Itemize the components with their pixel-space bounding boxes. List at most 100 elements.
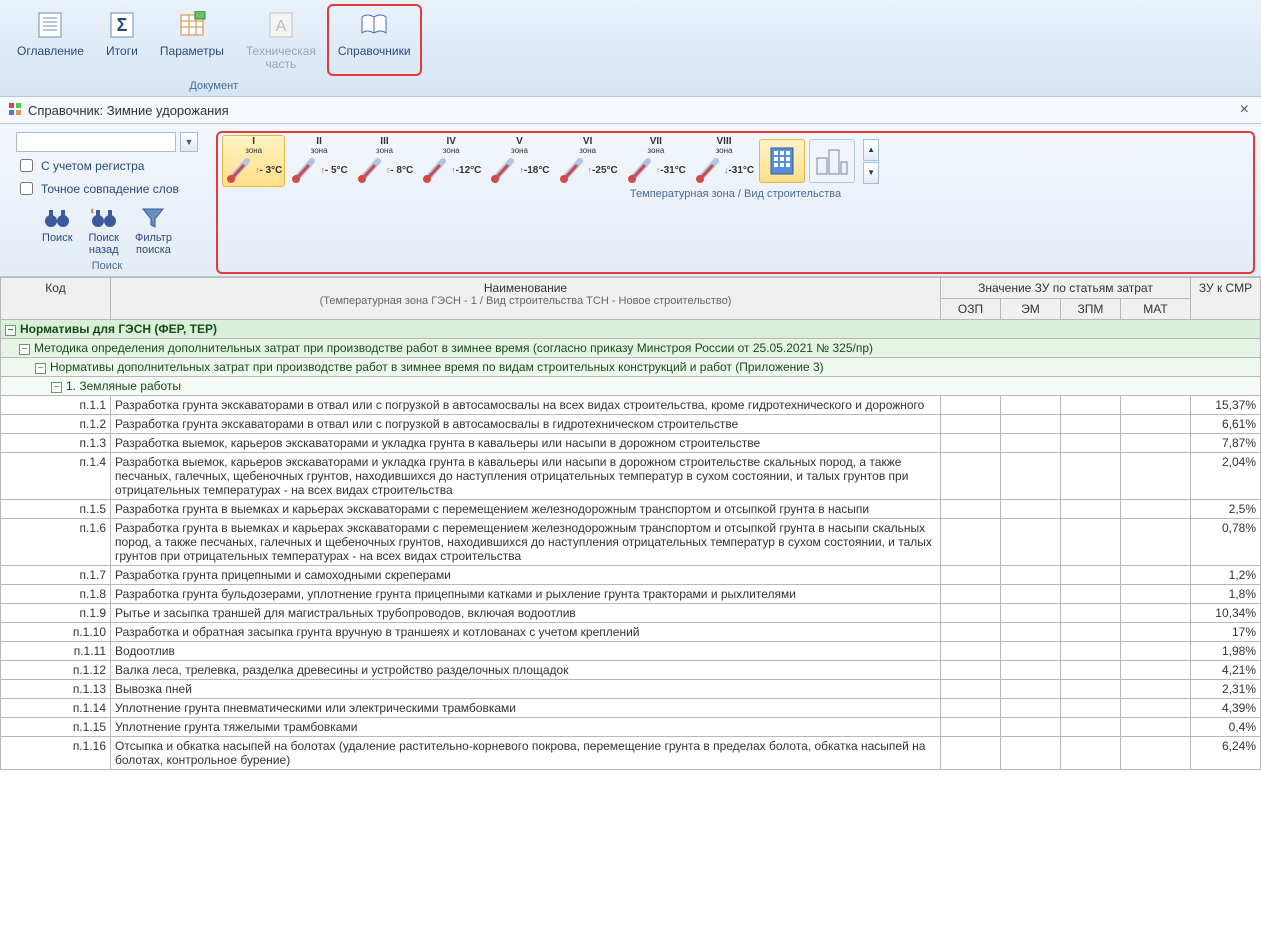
window-icon: [8, 102, 22, 119]
group-row-2[interactable]: −Нормативы дополнительных затрат при про…: [1, 358, 1261, 377]
cell-code: п.1.14: [1, 699, 111, 718]
th-name-sub: (Температурная зона ГЭСН - 1 / Вид строи…: [115, 295, 936, 307]
collapse-icon[interactable]: −: [5, 325, 16, 336]
ribbon-btn-params[interactable]: Параметры: [149, 4, 235, 76]
cell-ozp: [940, 453, 1000, 500]
cell-mat: [1120, 661, 1190, 680]
table-row[interactable]: п.1.5Разработка грунта в выемках и карье…: [1, 500, 1261, 519]
table-row[interactable]: п.1.1Разработка грунта экскаваторами в о…: [1, 396, 1261, 415]
cell-ozp: [940, 680, 1000, 699]
table-row[interactable]: п.1.14Уплотнение грунта пневматическими …: [1, 699, 1261, 718]
table-row[interactable]: п.1.9Рытье и засыпка траншей для магистр…: [1, 604, 1261, 623]
cell-em: [1000, 642, 1060, 661]
cell-ozp: [940, 699, 1000, 718]
zone-temp: - 3°C: [260, 165, 283, 176]
search-group-caption: Поиск: [92, 258, 122, 276]
zone-button-1[interactable]: Iзона↑- 3°C: [222, 135, 285, 187]
th-ozp[interactable]: ОЗП: [940, 299, 1000, 320]
search-back-button[interactable]: Поиск назад: [83, 202, 125, 258]
th-zusmr[interactable]: ЗУ к СМР: [1191, 278, 1261, 320]
case-checkbox[interactable]: [20, 159, 33, 172]
building-grid-button[interactable]: [759, 139, 805, 183]
exact-checkbox[interactable]: [20, 182, 33, 195]
zone-button-7[interactable]: VIIзона↑-31°C: [623, 135, 689, 187]
zone-button-2[interactable]: IIзона↑- 5°C: [287, 135, 350, 187]
zone-scroll-up[interactable]: ▲: [863, 139, 879, 161]
zone-temp: -31°C: [660, 165, 686, 176]
group-row-0[interactable]: −Нормативы для ГЭСН (ФЕР, ТЕР): [1, 320, 1261, 339]
cell-em: [1000, 680, 1060, 699]
th-zu-group[interactable]: Значение ЗУ по статьям затрат: [940, 278, 1190, 299]
window-title-text: Справочник: Зимние удорожания: [28, 103, 229, 118]
th-name[interactable]: Наименование (Температурная зона ГЭСН - …: [111, 278, 941, 320]
zone-temp: - 8°C: [390, 165, 413, 176]
search-button[interactable]: Поиск: [36, 202, 78, 258]
ribbon-btn-references[interactable]: Справочники: [327, 4, 422, 76]
cell-em: [1000, 434, 1060, 453]
zone-button-6[interactable]: VIзона↑-25°C: [555, 135, 621, 187]
zone-temp: -25°C: [592, 165, 618, 176]
table-row[interactable]: п.1.6Разработка грунта в выемках и карье…: [1, 519, 1261, 566]
zone-button-3[interactable]: IIIзона↑- 8°C: [353, 135, 416, 187]
th-em[interactable]: ЭМ: [1000, 299, 1060, 320]
cell-em: [1000, 585, 1060, 604]
cell-mat: [1120, 415, 1190, 434]
sigma-icon: Σ: [106, 9, 138, 41]
cell-code: п.1.5: [1, 500, 111, 519]
funnel-icon: [139, 204, 167, 232]
cell-zu: 2,04%: [1191, 453, 1261, 500]
cell-code: п.1.16: [1, 737, 111, 770]
zone-button-5[interactable]: Vзона↑-18°C: [486, 135, 552, 187]
table-row[interactable]: п.1.16Отсыпка и обкатка насыпей на болот…: [1, 737, 1261, 770]
search-group: ▼ С учетом регистра Точное совпадение сл…: [0, 128, 214, 276]
th-code[interactable]: Код: [1, 278, 111, 320]
zone-temp: - 5°C: [325, 165, 348, 176]
table-row[interactable]: п.1.4Разработка выемок, карьеров экскава…: [1, 453, 1261, 500]
th-zpm[interactable]: ЗПМ: [1060, 299, 1120, 320]
cell-zpm: [1060, 434, 1120, 453]
filter-button[interactable]: Фильтр поиска: [129, 202, 178, 258]
cell-mat: [1120, 642, 1190, 661]
thermometer-icon: [421, 155, 451, 185]
case-checkbox-label[interactable]: С учетом регистра: [16, 156, 198, 175]
table-row[interactable]: п.1.13Вывозка пней2,31%: [1, 680, 1261, 699]
search-dropdown-button[interactable]: ▼: [180, 132, 198, 152]
ribbon-btn-contents[interactable]: Оглавление: [6, 4, 95, 76]
cell-name: Разработка грунта в выемках и карьерах э…: [111, 500, 941, 519]
cell-ozp: [940, 519, 1000, 566]
ribbon-group-document: Оглавление Σ Итоги Параметры A Техническ…: [0, 4, 428, 96]
case-label-text: С учетом регистра: [41, 159, 144, 173]
close-button[interactable]: ×: [1236, 101, 1253, 119]
table-icon: [176, 9, 208, 41]
cell-em: [1000, 415, 1060, 434]
collapse-icon[interactable]: −: [51, 382, 62, 393]
collapse-icon[interactable]: −: [19, 344, 30, 355]
group-label: Нормативы для ГЭСН (ФЕР, ТЕР): [20, 322, 217, 336]
collapse-icon[interactable]: −: [35, 363, 46, 374]
th-mat[interactable]: МАТ: [1120, 299, 1190, 320]
table-row[interactable]: п.1.7Разработка грунта прицепными и само…: [1, 566, 1261, 585]
ribbon-btn-totals[interactable]: Σ Итоги: [95, 4, 149, 76]
table-row[interactable]: п.1.8Разработка грунта бульдозерами, упл…: [1, 585, 1261, 604]
group-row-1[interactable]: −Методика определения дополнительных зат…: [1, 339, 1261, 358]
table-row[interactable]: п.1.10Разработка и обратная засыпка грун…: [1, 623, 1261, 642]
thermometer-icon: [558, 155, 588, 185]
table-row[interactable]: п.1.2Разработка грунта экскаваторами в о…: [1, 415, 1261, 434]
group-row-3[interactable]: −1. Земляные работы: [1, 377, 1261, 396]
table-row[interactable]: п.1.11Водоотлив1,98%: [1, 642, 1261, 661]
zone-button-4[interactable]: IVзона↑-12°C: [418, 135, 484, 187]
cell-zu: 1,98%: [1191, 642, 1261, 661]
table-row[interactable]: п.1.15Уплотнение грунта тяжелыми трамбов…: [1, 718, 1261, 737]
table-row[interactable]: п.1.12Валка леса, трелевка, разделка дре…: [1, 661, 1261, 680]
exact-checkbox-label[interactable]: Точное совпадение слов: [16, 179, 198, 198]
cell-code: п.1.4: [1, 453, 111, 500]
search-back-label: Поиск назад: [89, 232, 119, 256]
buildings-button[interactable]: [809, 139, 855, 183]
zone-scroll-down[interactable]: ▼: [863, 162, 879, 184]
cell-zpm: [1060, 519, 1120, 566]
cell-zpm: [1060, 718, 1120, 737]
zone-button-8[interactable]: VIIIзона↓-31°C: [691, 135, 757, 187]
table-row[interactable]: п.1.3Разработка выемок, карьеров экскава…: [1, 434, 1261, 453]
ribbon-btn-techpart[interactable]: A Техническая часть: [235, 4, 327, 76]
search-input[interactable]: [16, 132, 176, 152]
